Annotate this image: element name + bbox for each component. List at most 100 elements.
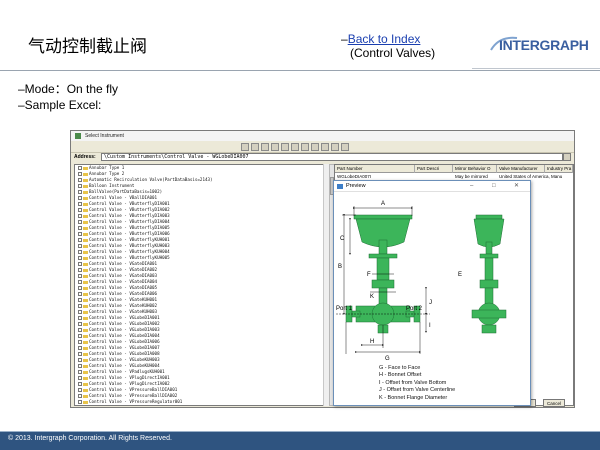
cancel-button[interactable]: Cancel bbox=[543, 399, 565, 407]
expand-icon[interactable] bbox=[78, 184, 82, 188]
tree-item-label: Control Valve - VGateDIA005 bbox=[89, 285, 158, 290]
folder-icon bbox=[83, 298, 88, 302]
expand-icon[interactable] bbox=[78, 340, 82, 344]
folder-icon bbox=[83, 394, 88, 398]
minimize-icon[interactable]: – bbox=[470, 182, 473, 191]
grid-header: Part Number Part Descri Mirror Behavior … bbox=[335, 165, 573, 173]
toolbar-back-icon[interactable] bbox=[241, 143, 249, 151]
back-prefix: – bbox=[341, 32, 348, 46]
toolbar-help-icon[interactable] bbox=[321, 143, 329, 151]
expand-icon[interactable] bbox=[78, 238, 82, 242]
expand-icon[interactable] bbox=[78, 274, 82, 278]
expand-icon[interactable] bbox=[78, 280, 82, 284]
column-header[interactable]: Mirror Behavior O bbox=[453, 165, 497, 173]
tree-item-label: Control Valve - VButterflyDIA006 bbox=[89, 231, 170, 236]
column-header[interactable]: Industry Pra bbox=[545, 165, 573, 173]
expand-icon[interactable] bbox=[78, 166, 82, 170]
expand-icon[interactable] bbox=[78, 310, 82, 314]
address-input[interactable]: \Custom Instruments\Control Valve - WGLo… bbox=[101, 153, 563, 161]
bullet-mode: –Mode：On the fly bbox=[18, 82, 119, 96]
expand-icon[interactable] bbox=[78, 394, 82, 398]
tree-item-label: Control Valve - VPressureRegulator001 bbox=[89, 399, 183, 404]
expand-icon[interactable] bbox=[78, 352, 82, 356]
toolbar-settings-icon[interactable] bbox=[331, 143, 339, 151]
expand-icon[interactable] bbox=[78, 400, 82, 404]
dim-label: K bbox=[370, 294, 374, 300]
folder-icon bbox=[83, 214, 88, 218]
expand-icon[interactable] bbox=[78, 256, 82, 260]
folder-icon bbox=[83, 340, 88, 344]
toolbar-filter-icon[interactable] bbox=[311, 143, 319, 151]
column-header[interactable]: Part Number bbox=[335, 165, 415, 173]
expand-icon[interactable] bbox=[78, 172, 82, 176]
toolbar-properties-icon[interactable] bbox=[341, 143, 349, 151]
expand-icon[interactable] bbox=[78, 232, 82, 236]
expand-icon[interactable] bbox=[78, 364, 82, 368]
window-toolbar bbox=[71, 141, 574, 153]
expand-icon[interactable] bbox=[78, 178, 82, 182]
folder-icon bbox=[83, 352, 88, 356]
folder-icon bbox=[83, 280, 88, 284]
maximize-icon[interactable]: □ bbox=[492, 182, 496, 191]
expand-icon[interactable] bbox=[78, 304, 82, 308]
expand-icon[interactable] bbox=[78, 388, 82, 392]
tree-item-label: Control Valve - VGLobeDIA006 bbox=[89, 339, 160, 344]
expand-icon[interactable] bbox=[78, 334, 82, 338]
port1-label: Port 1 bbox=[336, 306, 353, 312]
expand-icon[interactable] bbox=[78, 358, 82, 362]
instrument-tree[interactable]: Annubar Type 1 Annubar Type 2 Automatic Re… bbox=[74, 164, 329, 406]
toolbar-preview-icon[interactable] bbox=[301, 143, 309, 151]
legend-item: H - Bonnet Offset bbox=[379, 372, 422, 379]
tree-item-label: Control Valve - VPlugDirectIA001 bbox=[89, 375, 170, 380]
expand-icon[interactable] bbox=[78, 208, 82, 212]
column-header[interactable]: Part Descri bbox=[415, 165, 453, 173]
expand-icon[interactable] bbox=[78, 292, 82, 296]
expand-icon[interactable] bbox=[78, 244, 82, 248]
expand-icon[interactable] bbox=[78, 250, 82, 254]
expand-icon[interactable] bbox=[78, 316, 82, 320]
expand-icon[interactable] bbox=[78, 190, 82, 194]
expand-icon[interactable] bbox=[78, 382, 82, 386]
expand-icon[interactable] bbox=[78, 196, 82, 200]
tree-item-label: Control Valve - VButterflyKUH004 bbox=[89, 249, 170, 254]
column-header[interactable]: Valve Manufacturer bbox=[497, 165, 545, 173]
back-to-index[interactable]: –Back to Index bbox=[341, 32, 420, 46]
tree-item[interactable]: Control Valve - VPressureRegulator002 bbox=[75, 405, 328, 406]
preview-app-icon bbox=[337, 184, 343, 189]
back-link[interactable]: Back to Index bbox=[348, 32, 421, 46]
tree-item-label: Control Valve - VGLobeDIA002 bbox=[89, 321, 160, 326]
expand-icon[interactable] bbox=[78, 214, 82, 218]
expand-icon[interactable] bbox=[78, 328, 82, 332]
expand-icon[interactable] bbox=[78, 262, 82, 266]
toolbar-thumbnail-icon[interactable] bbox=[291, 143, 299, 151]
expand-icon[interactable] bbox=[78, 322, 82, 326]
toolbar-up-icon[interactable] bbox=[251, 143, 259, 151]
tree-item-label: Automatic Recirculation Valve(PartDataBa… bbox=[89, 177, 213, 182]
table-cell: May be mirrored bbox=[455, 174, 488, 179]
expand-icon[interactable] bbox=[78, 286, 82, 290]
toolbar-details-icon[interactable] bbox=[281, 143, 289, 151]
expand-icon[interactable] bbox=[78, 226, 82, 230]
tree-item-label: Control Valve - VButterflyKUH001 bbox=[89, 237, 170, 242]
dim-label: I bbox=[429, 323, 431, 329]
expand-icon[interactable] bbox=[78, 346, 82, 350]
close-icon[interactable]: ✕ bbox=[514, 182, 519, 191]
tree-item-label: Control Valve - VButterflyDIA003 bbox=[89, 213, 170, 218]
tree-item-label: Control Valve - VGLobeDIA001 bbox=[89, 315, 160, 320]
expand-icon[interactable] bbox=[78, 220, 82, 224]
folder-icon bbox=[83, 244, 88, 248]
dim-label: A bbox=[381, 201, 385, 207]
address-dropdown-icon[interactable] bbox=[563, 153, 571, 161]
toolbar-list-icon[interactable] bbox=[271, 143, 279, 151]
expand-icon[interactable] bbox=[78, 268, 82, 272]
folder-icon bbox=[83, 304, 88, 308]
tree-item-label: Control Valve - VPlugDirectIA002 bbox=[89, 381, 170, 386]
expand-icon[interactable] bbox=[78, 370, 82, 374]
tree-item-label: Control Valve - VGateDIA001 bbox=[89, 261, 158, 266]
tree-item-label: Control Valve - VPressureBallDIA001 bbox=[89, 387, 178, 392]
toolbar-delete-icon[interactable] bbox=[261, 143, 269, 151]
expand-icon[interactable] bbox=[78, 298, 82, 302]
expand-icon[interactable] bbox=[78, 376, 82, 380]
expand-icon[interactable] bbox=[78, 202, 82, 206]
dim-label: E bbox=[458, 272, 462, 278]
